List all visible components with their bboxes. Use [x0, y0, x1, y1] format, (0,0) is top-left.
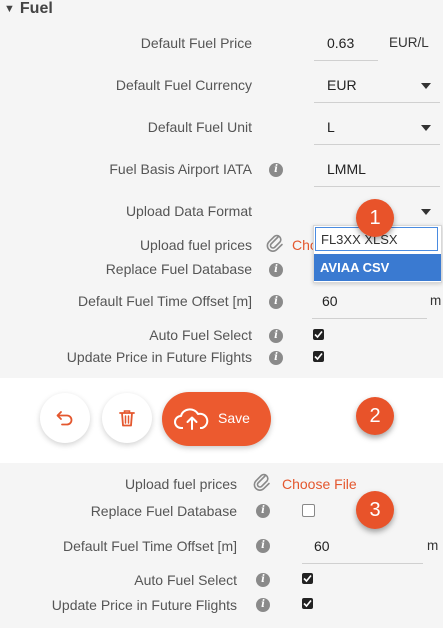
chevron-down-icon[interactable]	[421, 125, 431, 131]
checkmark-icon	[314, 352, 323, 361]
currency-underline	[314, 102, 440, 103]
update-price-label: Update Price in Future Flights	[51, 597, 237, 613]
dropdown-option-aviaa-csv[interactable]: AVIAA CSV	[314, 254, 441, 281]
info-icon[interactable]: i	[269, 329, 283, 343]
time-offset-underline	[302, 563, 423, 564]
auto-fuel-select-checkbox[interactable]	[313, 329, 324, 340]
time-offset-input[interactable]: 60	[314, 538, 330, 554]
paperclip-icon[interactable]	[253, 472, 271, 492]
default-fuel-currency-select[interactable]: EUR	[327, 77, 357, 93]
time-offset-unit: m	[427, 538, 439, 553]
default-fuel-price-label: Default Fuel Price	[140, 35, 252, 51]
trash-icon	[119, 410, 135, 427]
upload-fuel-prices-label: Upload fuel prices	[124, 476, 237, 492]
delete-button[interactable]	[102, 393, 152, 443]
checkmark-icon	[303, 599, 312, 608]
fuel-basis-airport-label: Fuel Basis Airport IATA	[109, 161, 252, 177]
upload-fuel-prices-label: Upload fuel prices	[139, 237, 252, 253]
info-icon[interactable]: i	[269, 263, 283, 277]
auto-fuel-select-label: Auto Fuel Select	[134, 572, 237, 588]
info-icon[interactable]: i	[269, 295, 283, 309]
info-icon[interactable]: i	[256, 504, 270, 518]
upload-data-format-label: Upload Data Format	[125, 203, 252, 219]
default-fuel-price-input[interactable]: 0.63	[327, 35, 354, 51]
undo-button[interactable]	[40, 393, 90, 443]
time-offset-underline	[312, 318, 427, 319]
time-offset-label: Default Fuel Time Offset [m]	[77, 293, 252, 309]
chevron-down-icon[interactable]	[421, 83, 431, 89]
chevron-down-icon[interactable]	[421, 209, 431, 215]
default-fuel-price-underline	[314, 60, 378, 61]
choose-file-link[interactable]: Choose File	[282, 476, 357, 492]
update-price-checkbox[interactable]	[313, 351, 324, 362]
replace-fuel-database-checkbox[interactable]	[302, 504, 315, 517]
checkmark-icon	[303, 574, 312, 583]
checkmark-icon	[314, 330, 323, 339]
info-icon[interactable]: i	[256, 573, 270, 587]
save-button-label: Save	[218, 410, 250, 426]
section-header[interactable]: ▼ Fuel	[4, 0, 53, 18]
collapse-triangle-icon[interactable]: ▼	[4, 3, 15, 15]
auto-fuel-select-label: Auto Fuel Select	[149, 327, 252, 343]
unit-underline	[314, 144, 440, 145]
replace-fuel-database-label: Replace Fuel Database	[90, 503, 237, 519]
cloud-upload-icon	[174, 408, 209, 430]
default-fuel-unit-select[interactable]: L	[327, 119, 335, 135]
annotation-badge-3: 3	[356, 491, 394, 529]
time-offset-unit: m	[430, 293, 442, 308]
info-icon[interactable]: i	[269, 351, 283, 365]
fuel-settings-panel-lower: Upload fuel prices Choose File Replace F…	[0, 463, 443, 628]
time-offset-label: Default Fuel Time Offset [m]	[62, 538, 237, 554]
time-offset-input[interactable]: 60	[322, 293, 338, 309]
save-button[interactable]: Save	[162, 392, 271, 446]
info-icon[interactable]: i	[269, 163, 283, 177]
fuel-settings-panel: ▼ Fuel Default Fuel Price 0.63 EUR/L Defa…	[0, 0, 443, 378]
update-price-label: Update Price in Future Flights	[66, 349, 252, 365]
default-fuel-price-unit: EUR/L	[389, 35, 429, 50]
info-icon[interactable]: i	[256, 598, 270, 612]
section-title: Fuel	[19, 0, 53, 17]
fuel-basis-airport-input[interactable]: LMML	[327, 161, 366, 177]
replace-fuel-database-label: Replace Fuel Database	[105, 261, 252, 277]
undo-icon	[56, 411, 73, 426]
default-fuel-currency-label: Default Fuel Currency	[115, 77, 252, 93]
info-icon[interactable]: i	[256, 539, 270, 553]
default-fuel-unit-label: Default Fuel Unit	[147, 119, 252, 135]
auto-fuel-select-checkbox[interactable]	[302, 573, 313, 584]
update-price-checkbox[interactable]	[302, 598, 313, 609]
airport-underline	[314, 186, 440, 187]
paperclip-icon[interactable]	[266, 233, 284, 253]
annotation-badge-2: 2	[356, 397, 394, 435]
annotation-badge-1: 1	[356, 199, 394, 237]
